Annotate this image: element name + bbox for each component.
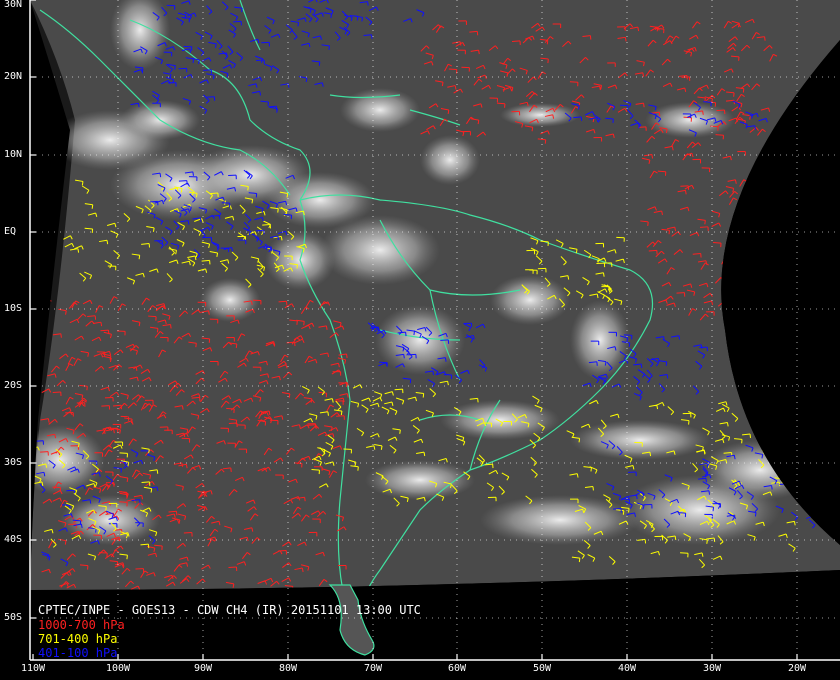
wind-barb <box>736 251 745 258</box>
wind-barb <box>762 438 772 444</box>
cloud <box>700 440 820 500</box>
cloud <box>420 135 480 185</box>
wind-barb <box>800 465 809 472</box>
lon-label: 30W <box>702 663 722 674</box>
wind-barb <box>735 242 745 250</box>
lon-label: 80W <box>278 663 298 674</box>
cloud <box>340 88 420 132</box>
wind-barb <box>732 259 741 266</box>
legend-mid-level: 701-400 hPa <box>38 632 118 646</box>
cloud <box>480 495 640 545</box>
lat-label: 10S <box>4 303 23 314</box>
wind-barb <box>766 431 775 437</box>
cloud <box>645 102 735 138</box>
lat-label: 20N <box>4 71 23 82</box>
cloud <box>570 300 630 380</box>
wind-barb <box>800 460 809 467</box>
wind-barb <box>787 417 795 427</box>
wind-barb <box>731 273 740 282</box>
lat-label: 30S <box>4 457 23 468</box>
cloud <box>365 460 475 500</box>
cloud <box>320 215 440 285</box>
map-caption: CPTEC/INPE - GOES13 - CDW CH4 (IR) 20151… <box>38 603 421 617</box>
lat-label: 40S <box>4 534 23 545</box>
satellite-wind-map: 30N 20N 10N EQ 10S 20S 30S 40S 50S 110W 100W 90W 80… <box>0 0 840 680</box>
lon-label: 70W <box>363 663 383 674</box>
cloud <box>490 275 570 325</box>
wind-barb <box>774 435 783 441</box>
cloud <box>570 420 710 460</box>
wind-barb <box>796 403 803 413</box>
wind-barb <box>737 308 748 313</box>
wind-barb <box>791 479 801 485</box>
wind-barb <box>817 516 824 526</box>
wind-barb <box>760 438 769 444</box>
wind-barb <box>803 475 812 483</box>
lat-label: 50S <box>4 612 23 623</box>
map-canvas <box>0 0 840 680</box>
lon-label: 40W <box>617 663 637 674</box>
legend-high-level: 401-100 hPa <box>38 646 118 660</box>
lon-label: 20W <box>787 663 807 674</box>
legend-low-level: 1000-700 hPa <box>38 618 125 632</box>
lat-label: 10N <box>4 149 23 160</box>
lat-label: 30N <box>4 0 23 10</box>
lon-label: 90W <box>193 663 213 674</box>
lon-label: 100W <box>105 663 131 674</box>
lon-label: 50W <box>532 663 552 674</box>
lat-label: 20S <box>4 380 23 391</box>
lon-label: 60W <box>447 663 467 674</box>
ir-image <box>30 0 840 590</box>
lon-label: 110W <box>20 663 46 674</box>
wind-barb <box>793 448 803 453</box>
lat-label: EQ <box>4 226 17 237</box>
wind-barb <box>792 485 803 490</box>
wind-barb <box>811 460 818 470</box>
wind-barb <box>732 240 742 247</box>
